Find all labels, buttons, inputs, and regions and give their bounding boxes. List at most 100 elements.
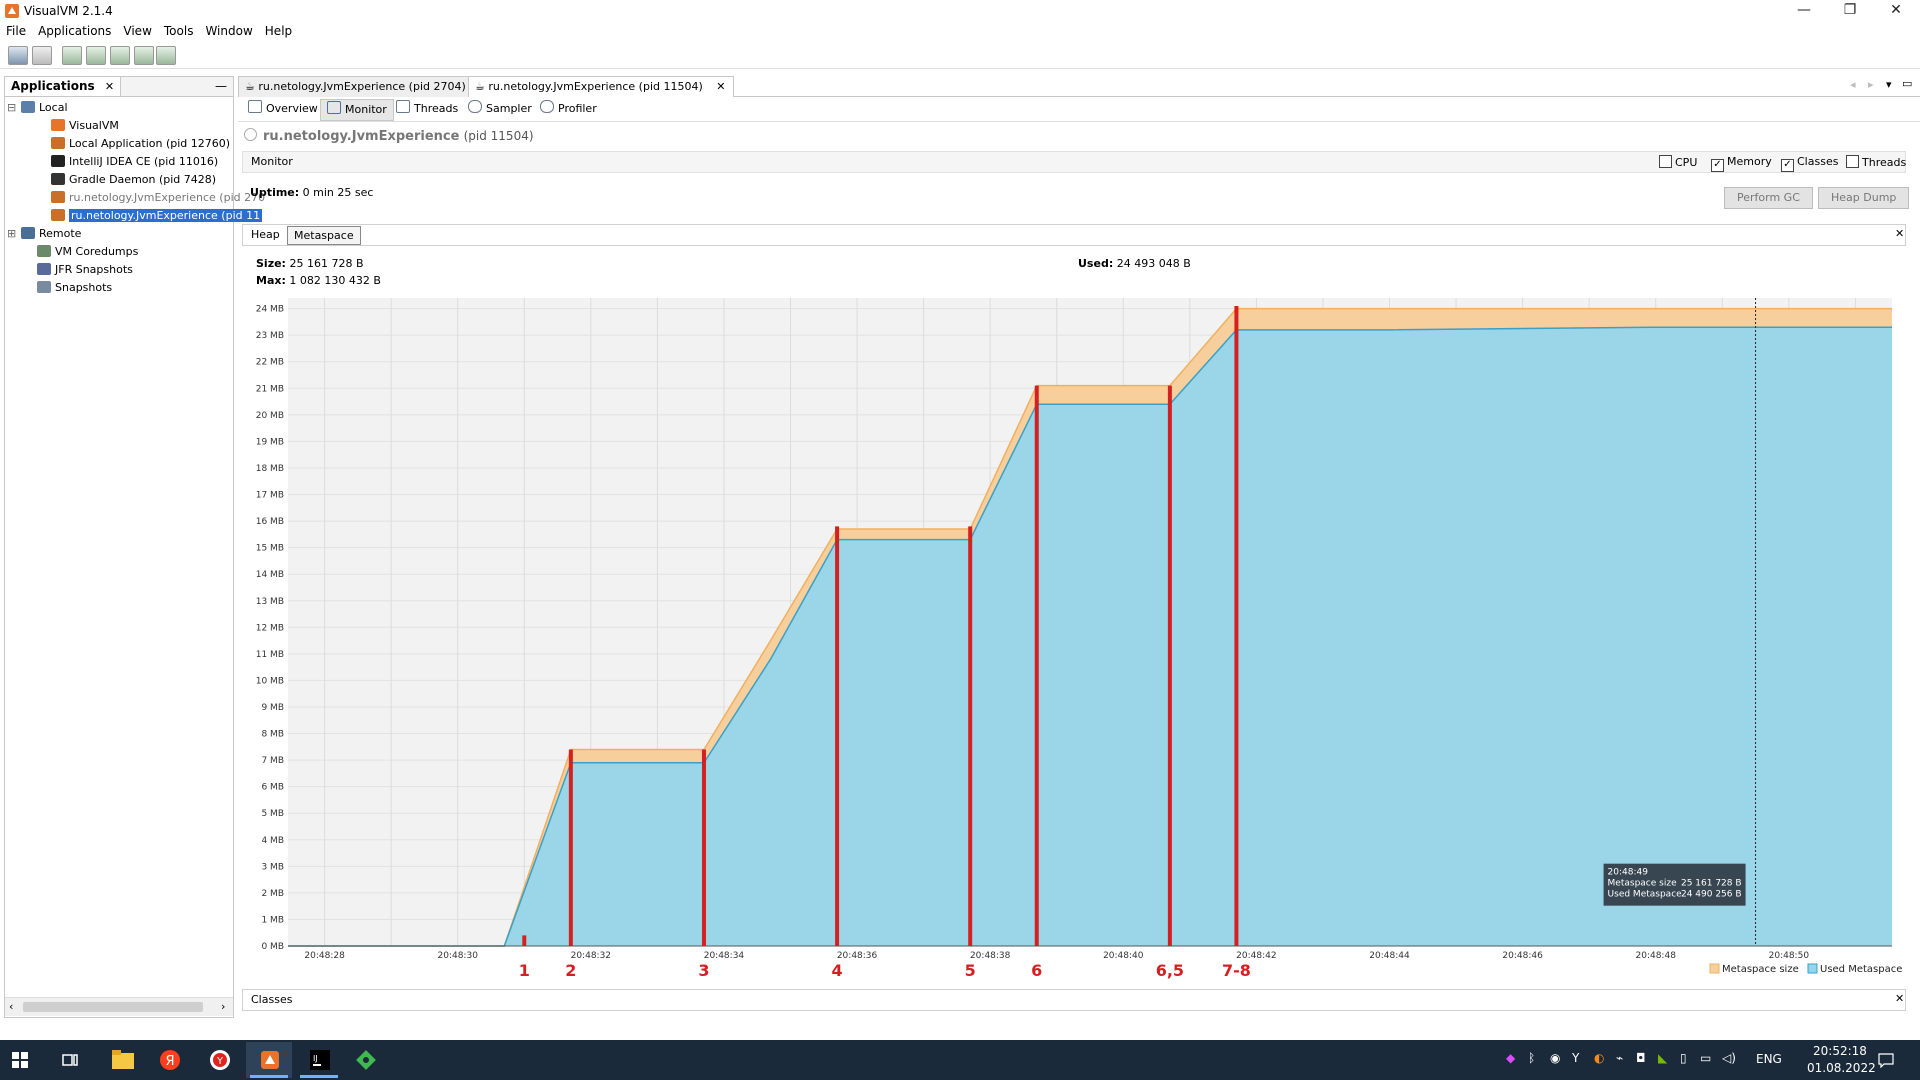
yandex-browser-icon[interactable]: Y (210, 1050, 230, 1070)
computer-icon (21, 101, 35, 113)
notifications-icon[interactable] (1878, 1052, 1894, 1068)
git-icon[interactable] (356, 1050, 376, 1070)
create-snapshot-icon[interactable] (110, 46, 130, 65)
tab-profiler[interactable]: Profiler (534, 99, 603, 119)
close-classes-view-icon[interactable]: ✕ (1895, 992, 1904, 1005)
document-tabs: ☕ ru.netology.JvmExperience (pid 2704) ✕… (238, 74, 1920, 97)
language-indicator[interactable]: ENG (1756, 1052, 1782, 1066)
x-tick-label: 20:48:38 (970, 951, 1011, 961)
monitor-section-bar: Monitor CPU ✓ Memory ✓ Classes Threads (242, 151, 1906, 173)
tree-item-ru-netology-jvmexperience-pid-11[interactable]: ru.netology.JvmExperience (pid 11 (7, 207, 263, 225)
scroll-left-icon[interactable]: ‹ (9, 1000, 13, 1013)
clock-date[interactable]: 01.08.2022 (1807, 1061, 1876, 1075)
tree-item-vm-coredumps[interactable]: VM Coredumps (7, 243, 231, 261)
tree-expander-icon[interactable]: ⊟ (7, 99, 21, 117)
sampler-icon (468, 100, 482, 113)
doc-tab-label: ru.netology.JvmExperience (pid 2704) (258, 80, 466, 93)
tray-volume-icon[interactable]: ◁) (1722, 1051, 1736, 1065)
tray-app-icon[interactable]: ◆ (1506, 1051, 1515, 1065)
close-icon[interactable]: ✕ (105, 80, 114, 93)
tree-expander-icon[interactable]: ⊞ (7, 225, 21, 243)
memory-checkbox[interactable]: ✓ Memory (1711, 155, 1772, 172)
tray-camera-icon[interactable]: ◘ (1636, 1051, 1646, 1065)
menu-window[interactable]: Window (199, 22, 258, 40)
scroll-tabs-left-icon[interactable]: ◂ (1850, 78, 1856, 91)
tree-item-local[interactable]: ⊟ Local (7, 99, 231, 117)
horizontal-scrollbar[interactable]: ‹ › (5, 997, 233, 1016)
checkmark-icon: ✓ (1711, 159, 1724, 172)
restore-button[interactable]: ❐ (1827, 0, 1873, 22)
intellij-taskbar-button[interactable]: IJ (296, 1042, 342, 1078)
tray-network-icon[interactable]: ◉ (1550, 1051, 1560, 1065)
tab-list-dropdown-icon[interactable]: ▾ (1886, 78, 1892, 91)
tray-battery-icon[interactable]: ▯ (1680, 1051, 1687, 1065)
add-remote-host-icon[interactable] (32, 46, 52, 65)
scroll-right-icon[interactable]: › (221, 1000, 225, 1013)
maximize-window-icon[interactable]: ▭ (1902, 77, 1912, 90)
tray-disk-icon[interactable]: ◐ (1594, 1051, 1604, 1065)
tab-threads[interactable]: Threads (390, 99, 464, 119)
tree-item-visualvm[interactable]: VisualVM (7, 117, 231, 135)
tree-item-jfr-snapshots[interactable]: JFR Snapshots (7, 261, 231, 279)
applications-tree: ⊟ Local VisualVM Local Application (pid 127… (7, 99, 265, 297)
y-tick-label: 19 MB (256, 437, 284, 447)
uptime: Uptime: 0 min 25 sec (250, 186, 373, 199)
heap-dump-button[interactable]: Heap Dump (1818, 187, 1910, 209)
close-window-button[interactable]: ✕ (1873, 0, 1919, 22)
windows-start-icon[interactable] (12, 1052, 28, 1068)
tree-item-ru-netology-jvmexperience-pid-270[interactable]: ru.netology.JvmExperience (pid 270 (7, 189, 265, 207)
tree-item-local-application-pid-12760[interactable]: Local Application (pid 12760) (7, 135, 231, 153)
tab-sampler[interactable]: Sampler (462, 99, 538, 119)
tab-monitor[interactable]: Monitor (320, 99, 394, 121)
tab-metaspace[interactable]: Metaspace (287, 226, 361, 245)
y-tick-label: 6 MB (261, 783, 284, 793)
tree-item-gradle-daemon-pid-7428[interactable]: Gradle Daemon (pid 7428) (7, 171, 231, 189)
classes-checkbox[interactable]: ✓ Classes (1781, 155, 1838, 172)
legend-swatch (1807, 963, 1818, 974)
tray-yandex-icon[interactable]: Y (1572, 1051, 1579, 1065)
minimize-button[interactable]: — (1781, 0, 1827, 22)
clock-time[interactable]: 20:52:18 (1813, 1044, 1867, 1058)
tray-usb-icon[interactable]: ⌁ (1616, 1051, 1623, 1065)
minimize-panel-icon[interactable]: — (215, 77, 227, 96)
load-snapshot-icon[interactable] (134, 46, 154, 65)
tree-item-label: ru.netology.JvmExperience (pid 270 (69, 191, 266, 204)
tab-heap[interactable]: Heap (245, 226, 286, 243)
doc-tab-pid-11504[interactable]: ☕ ru.netology.JvmExperience (pid 11504) … (468, 76, 735, 97)
menu-tools[interactable]: Tools (158, 22, 200, 40)
close-memory-view-icon[interactable]: ✕ (1895, 227, 1904, 240)
threads-checkbox[interactable]: Threads (1846, 155, 1906, 169)
tree-item-intellij-idea-ce-pid-11016[interactable]: IntelliJ IDEA CE (pid 11016) (7, 153, 231, 171)
create-heap-dump-icon[interactable] (62, 46, 82, 65)
create-thread-dump-icon[interactable] (86, 46, 106, 65)
applications-tab[interactable]: Applications ✕ (5, 77, 122, 96)
yandex-icon[interactable]: Я (160, 1050, 180, 1070)
tray-nvidia-icon[interactable]: ◣ (1658, 1051, 1667, 1065)
add-jmx-connection-icon[interactable] (8, 46, 28, 65)
menu-view[interactable]: View (117, 22, 157, 40)
tree-item-snapshots[interactable]: Snapshots (7, 279, 231, 297)
compare-snapshots-icon[interactable] (156, 46, 176, 65)
tray-bluetooth-icon[interactable]: ᛒ (1528, 1051, 1535, 1065)
visualvm-taskbar-button[interactable] (246, 1042, 292, 1078)
menu-file[interactable]: File (0, 22, 32, 40)
close-tab-icon[interactable]: ✕ (716, 80, 725, 93)
perform-gc-button[interactable]: Perform GC (1724, 187, 1813, 209)
x-tick-label: 20:48:36 (837, 951, 878, 961)
doc-tab-pid-2704[interactable]: ☕ ru.netology.JvmExperience (pid 2704) ✕ (238, 76, 498, 97)
marker-label-6: 6 (1031, 961, 1042, 980)
legend-swatch (1709, 963, 1720, 974)
y-tick-label: 5 MB (261, 809, 284, 819)
menu-help[interactable]: Help (259, 22, 298, 40)
file-explorer-icon[interactable] (112, 1050, 134, 1070)
jfr-icon (37, 263, 51, 275)
tree-item-remote[interactable]: ⊞ Remote (7, 225, 231, 243)
size-value: 25 161 728 B (289, 257, 364, 270)
cpu-checkbox[interactable]: CPU (1659, 155, 1697, 169)
menu-applications[interactable]: Applications (32, 22, 117, 40)
task-view-icon[interactable] (62, 1052, 78, 1068)
scrollbar-thumb[interactable] (23, 1002, 203, 1012)
scroll-tabs-right-icon[interactable]: ▸ (1868, 78, 1874, 91)
tray-wifi-icon[interactable]: ▭ (1700, 1051, 1711, 1065)
tab-overview[interactable]: Overview (242, 99, 324, 119)
